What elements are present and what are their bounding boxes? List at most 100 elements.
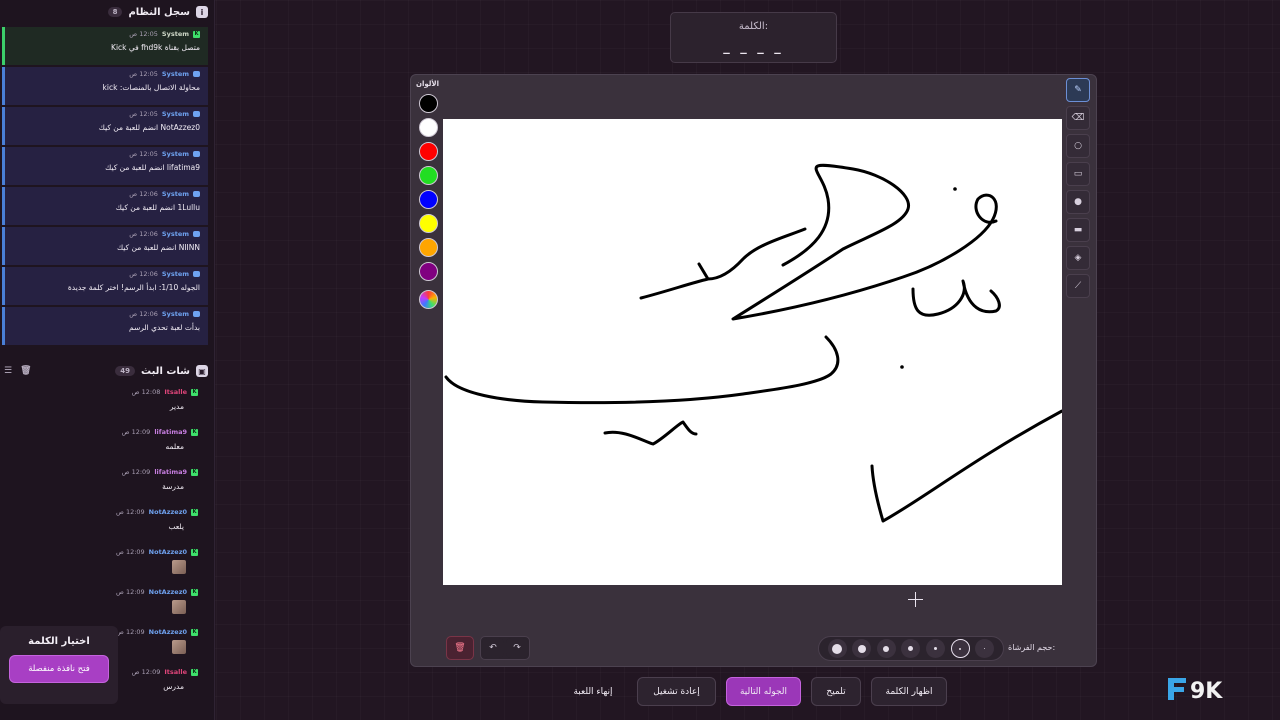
- circle-icon[interactable]: ○: [1066, 134, 1090, 158]
- syslog-text: 1Lullu انضم للعبة من كيك: [115, 203, 200, 212]
- line-icon[interactable]: ⟋: [1066, 274, 1090, 298]
- choose-word-card: اختيار الكلمة فتح نافذة منفصلة: [0, 626, 118, 704]
- fill-bucket-icon[interactable]: ◈: [1066, 246, 1090, 270]
- rectangle-icon[interactable]: ▭: [1066, 162, 1090, 186]
- syslog-text: الجوله 1/10: ابدأ الرسم! اختر كلمة جديدة: [67, 283, 200, 292]
- syslog-list: K System 12:05 ص متصل بقناة fhd9k في Kick Sy…: [2, 27, 208, 347]
- kick-icon: K: [193, 30, 200, 38]
- syslog-meta: System 12:06 ص: [11, 310, 200, 318]
- syslog-text: NIINN انضم للعبة من كيك: [116, 243, 200, 252]
- hint-button[interactable]: تلميح: [811, 677, 861, 706]
- chat-meta: K Itsalle 12:08 ص: [0, 388, 198, 396]
- chat-tools: ☰ 🗑: [4, 366, 32, 376]
- color-swatch[interactable]: [419, 166, 438, 185]
- chat-title: شات البث: [141, 365, 190, 377]
- chat-time: 12:09 ص: [116, 628, 145, 636]
- brush-dot-icon: [857, 644, 866, 653]
- pencil-icon[interactable]: ✎: [1066, 78, 1090, 102]
- color-swatch[interactable]: [419, 214, 438, 233]
- color-swatch[interactable]: [419, 262, 438, 281]
- brush-dot-icon: [934, 647, 938, 650]
- chat-message: Klifatima9 12:09 ص مدرسة: [0, 468, 206, 508]
- kick-icon: K: [191, 388, 198, 396]
- menu-icon[interactable]: ☰: [4, 366, 12, 376]
- drawing-strokes: [444, 163, 1062, 523]
- syslog-time: 12:06 ص: [129, 230, 158, 238]
- redo-icon[interactable]: ↷: [506, 638, 528, 658]
- chat-username[interactable]: NotAzzez0: [149, 508, 187, 516]
- syslog-sender: System: [161, 230, 189, 238]
- custom-color-picker[interactable]: [419, 290, 438, 309]
- syslog-sender: System: [161, 150, 189, 158]
- bot-icon: [193, 231, 200, 237]
- emote-image: [172, 560, 186, 574]
- syslog-header: i سجل النظام 8: [0, 0, 208, 24]
- brush-size-option[interactable]: [901, 639, 921, 658]
- show-word-button[interactable]: اظهار الكلمة: [871, 677, 947, 706]
- end-game-button[interactable]: إنهاء اللعبة: [558, 677, 628, 706]
- chat-username[interactable]: lifatima9: [154, 468, 187, 476]
- syslog-item: System 12:05 ص محاولة الاتصال بالمنصات: ki…: [2, 67, 208, 105]
- actions-next: الجوله التالية: [726, 677, 801, 706]
- restart-button[interactable]: إعادة تشغيل: [637, 677, 716, 706]
- brush-size-option[interactable]: [852, 639, 872, 658]
- kick-icon: K: [191, 548, 198, 556]
- svg-text:9K: 9K: [1190, 679, 1223, 702]
- color-swatch[interactable]: [419, 94, 438, 113]
- dot-2: [900, 365, 904, 369]
- sidebar: i سجل النظام 8 K System 12:05 ص متصل بقناة …: [0, 0, 215, 720]
- chat-text: مدير: [169, 402, 184, 411]
- stroke-5: [603, 420, 698, 446]
- chat-username[interactable]: Itsalle: [164, 668, 187, 676]
- stroke-4: [444, 335, 840, 405]
- bot-icon: [193, 71, 200, 77]
- chat-username[interactable]: Itsalle: [164, 388, 187, 396]
- syslog-meta: System 12:06 ص: [11, 230, 200, 238]
- syslog-meta: System 12:06 ص: [11, 270, 200, 278]
- syslog-count: 8: [107, 7, 123, 17]
- drawing-canvas[interactable]: [443, 119, 1062, 585]
- color-swatch[interactable]: [419, 190, 438, 209]
- brush-size-option[interactable]: [827, 639, 847, 658]
- chat-time: 12:09 ص: [121, 428, 151, 436]
- word-blanks: _ _ _ _: [723, 40, 784, 55]
- syslog-meta: System 12:05 ص: [11, 110, 200, 118]
- syslog-sender: System: [161, 110, 189, 118]
- syslog-time: 12:05 ص: [129, 70, 158, 78]
- color-swatch[interactable]: [419, 142, 438, 161]
- filled-rect-icon[interactable]: ▬: [1066, 218, 1090, 242]
- eraser-icon[interactable]: ⌫: [1066, 106, 1090, 130]
- color-swatch[interactable]: [419, 118, 438, 137]
- chat-text: يلعب: [168, 522, 184, 531]
- colors-title: الألوان: [416, 80, 440, 88]
- chat-username[interactable]: NotAzzez0: [149, 548, 187, 556]
- undo-redo-group: ↶ ↷: [480, 636, 530, 660]
- chat-username[interactable]: NotAzzez0: [149, 588, 187, 596]
- chat-username[interactable]: NotAzzez0: [149, 628, 187, 636]
- chat-time: 12:09 ص: [121, 468, 151, 476]
- syslog-item: System 12:05 ص lifatima9 انضم للعبة من كيك: [2, 147, 208, 185]
- syslog-time: 12:06 ص: [129, 310, 158, 318]
- trash-icon[interactable]: 🗑: [20, 366, 31, 376]
- syslog-item: System 12:06 ص الجوله 1/10: ابدأ الرسم! اخ…: [2, 267, 208, 305]
- clear-canvas-button[interactable]: 🗑: [446, 636, 474, 660]
- kick-icon: K: [191, 508, 198, 516]
- syslog-meta: System 12:05 ص: [11, 150, 200, 158]
- color-swatch[interactable]: [419, 238, 438, 257]
- chat-meta: Klifatima9 12:09 ص: [0, 468, 198, 476]
- syslog-time: 12:05 ص: [129, 110, 158, 118]
- chat-message: Klifatima9 12:09 ص معلمه: [0, 428, 206, 468]
- undo-icon[interactable]: ↶: [482, 638, 504, 658]
- next-round-button[interactable]: الجوله التالية: [726, 677, 801, 706]
- open-popup-button[interactable]: فتح نافذة منفصلة: [10, 656, 108, 682]
- chat-time: 12:09 ص: [131, 668, 161, 676]
- brush-size-option[interactable]: [950, 639, 970, 658]
- filled-circle-icon[interactable]: ●: [1066, 190, 1090, 214]
- actions-end: إنهاء اللعبة: [558, 677, 628, 706]
- chat-time: 12:09 ص: [116, 588, 145, 596]
- brush-size-option[interactable]: [876, 639, 896, 658]
- chat-username[interactable]: lifatima9: [154, 428, 187, 436]
- actions-hint: تلميح: [811, 677, 861, 706]
- brush-size-option[interactable]: [975, 639, 995, 658]
- brush-size-option[interactable]: [926, 639, 946, 658]
